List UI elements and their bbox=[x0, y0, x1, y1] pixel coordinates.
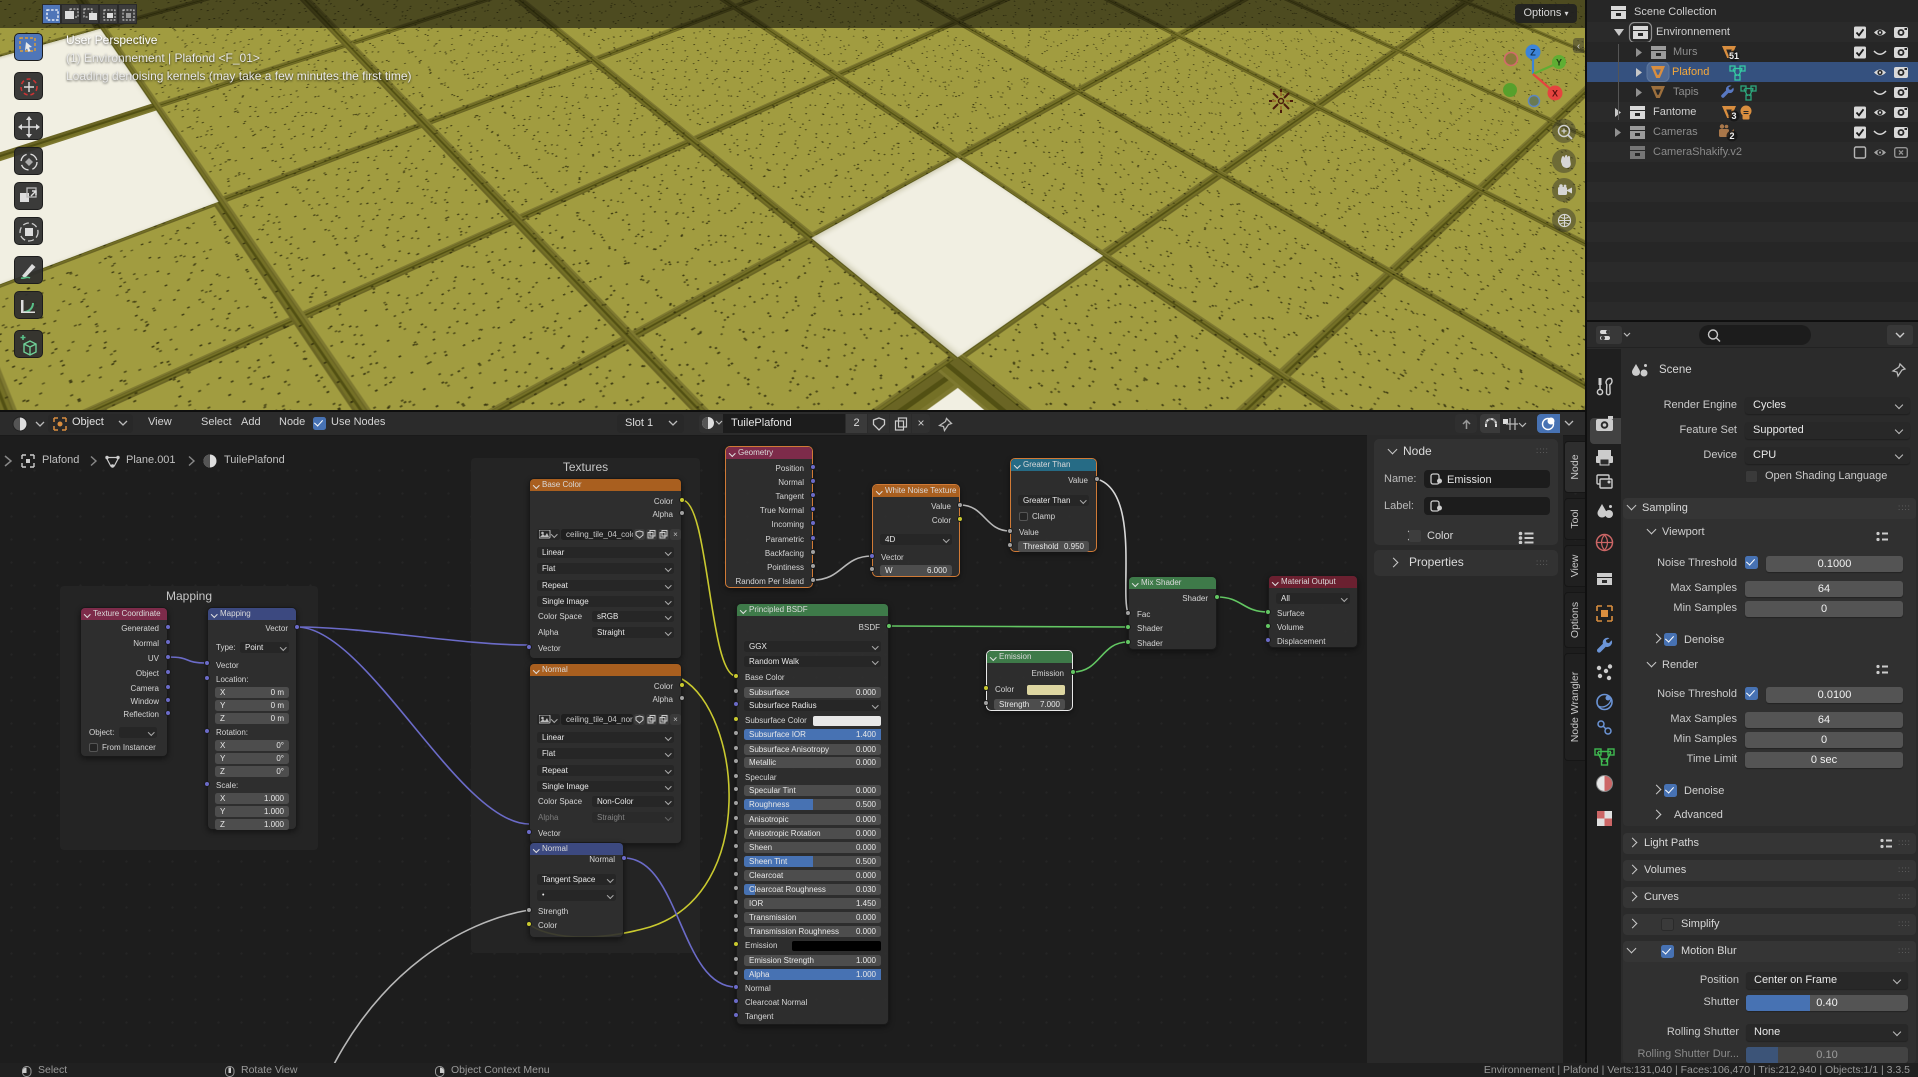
svg-text:Z: Z bbox=[1530, 48, 1536, 58]
svg-text:X: X bbox=[1552, 89, 1558, 99]
svg-text:Y: Y bbox=[1556, 58, 1562, 68]
svg-text:2: 2 bbox=[1729, 131, 1734, 141]
svg-text:51: 51 bbox=[1729, 51, 1739, 61]
svg-text:3: 3 bbox=[1731, 111, 1736, 121]
